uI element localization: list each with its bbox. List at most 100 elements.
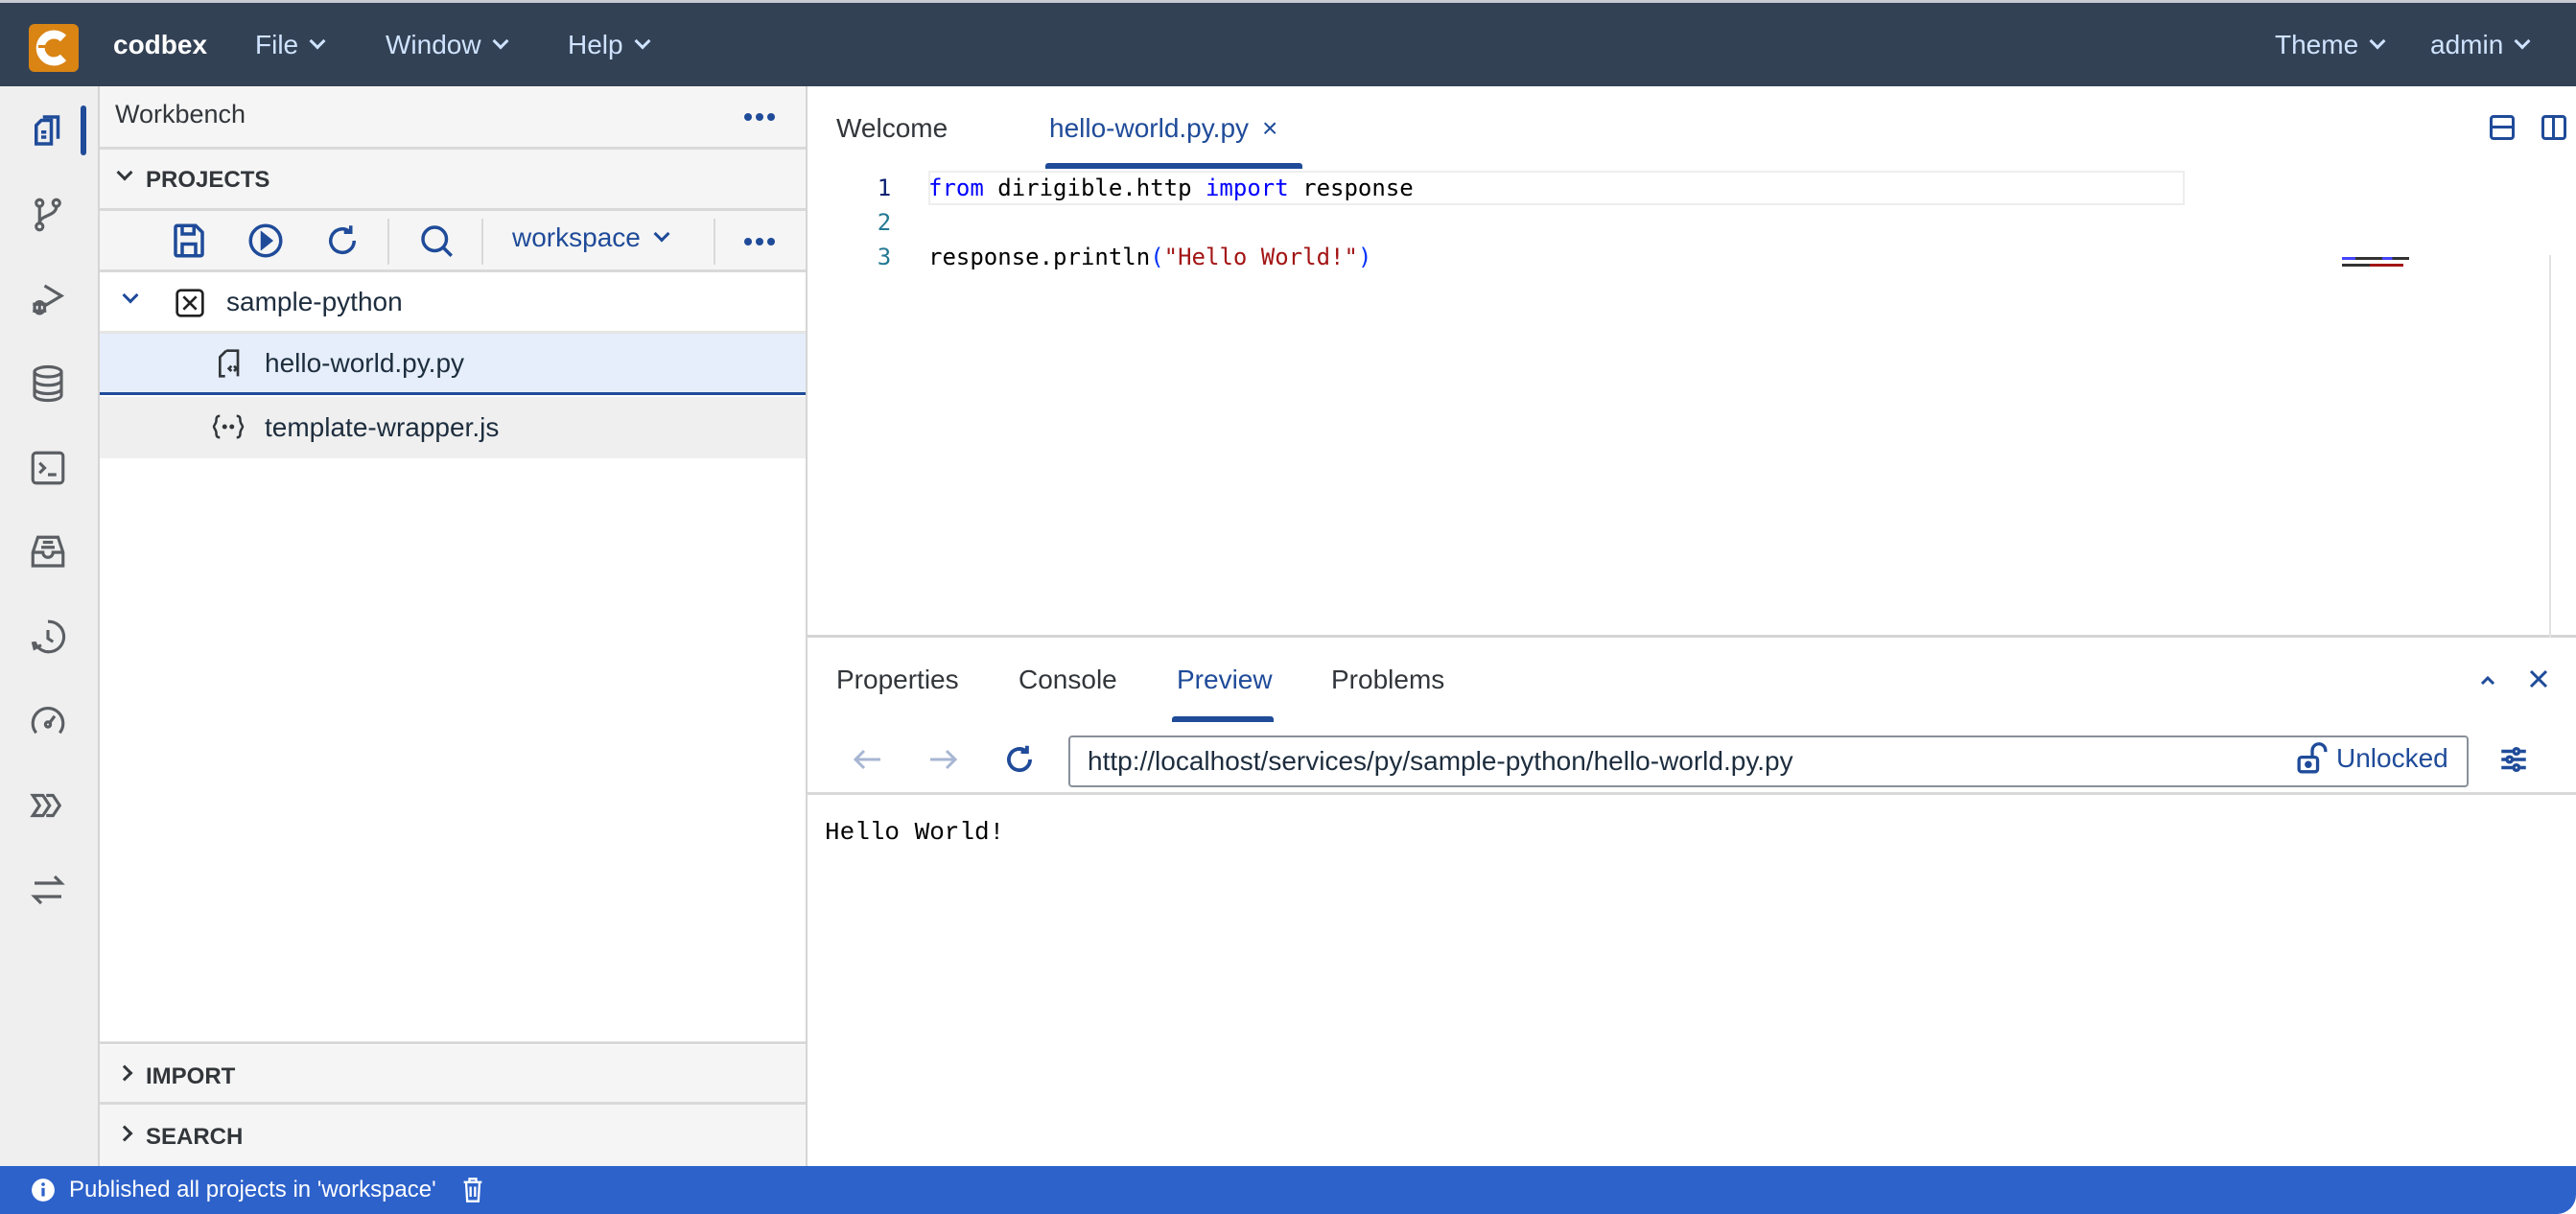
debug-icon xyxy=(33,284,65,315)
menu-user[interactable]: admin xyxy=(2430,30,2531,60)
split-vertical-icon[interactable] xyxy=(2541,115,2566,140)
tab-hello-world[interactable]: hello-world.py.py × xyxy=(1049,113,1277,144)
workbench-files-icon xyxy=(35,115,60,146)
line-number: 1 xyxy=(877,175,892,201)
active-tab-indicator xyxy=(1172,716,1274,722)
menu-user-label: admin xyxy=(2430,30,2504,59)
project-icon xyxy=(176,289,204,317)
tree-project-sample-python[interactable]: sample-python xyxy=(100,272,806,334)
activity-debug[interactable] xyxy=(23,274,73,324)
projects-toolbar: workspace xyxy=(100,211,806,272)
code-token: import xyxy=(1205,175,1289,201)
info-icon xyxy=(32,1179,55,1202)
code-token: response.println xyxy=(928,244,1151,270)
search-section-header[interactable]: SEARCH xyxy=(100,1105,806,1166)
chevron-down-icon xyxy=(2369,33,2386,50)
workspace-dropdown[interactable]: workspace xyxy=(512,222,670,253)
activity-git[interactable] xyxy=(23,190,73,240)
codbex-logo[interactable] xyxy=(29,24,79,72)
refresh-icon[interactable] xyxy=(1001,741,1038,778)
projects-section-title: PROJECTS xyxy=(146,167,270,193)
menu-help-label: Help xyxy=(568,30,623,59)
toolbar-more-button[interactable] xyxy=(744,238,775,245)
trash-icon[interactable] xyxy=(461,1177,484,1203)
chevron-right-icon xyxy=(116,1125,133,1142)
tab-preview[interactable]: Preview xyxy=(1177,665,1273,695)
tree-file-label: template-wrapper.js xyxy=(265,412,500,442)
preview-url-input[interactable] xyxy=(1068,735,2469,787)
split-horizontal-icon[interactable] xyxy=(2490,115,2515,140)
active-indicator xyxy=(81,105,86,155)
code-token: ( xyxy=(1150,244,1164,270)
activity-processes[interactable] xyxy=(23,781,73,830)
git-branch-icon xyxy=(35,198,61,232)
menu-file-label: File xyxy=(255,30,299,59)
code-line-1: from dirigible.http import response xyxy=(928,175,1414,201)
chevron-down-icon xyxy=(634,33,651,50)
activity-monitoring[interactable] xyxy=(23,696,73,746)
url-lock-toggle[interactable]: Unlocked xyxy=(2296,741,2448,776)
activity-inbox[interactable] xyxy=(23,527,73,577)
status-bar: Published all projects in 'workspace' xyxy=(0,1166,2576,1214)
refresh-icon[interactable] xyxy=(322,221,363,261)
activity-terminal[interactable] xyxy=(23,443,73,493)
tree-file-hello-world[interactable]: hello-world.py.py xyxy=(100,334,806,395)
menu-file[interactable]: File xyxy=(255,30,326,60)
code-file-icon xyxy=(219,349,240,378)
settings-sliders-icon[interactable] xyxy=(2497,743,2530,776)
activity-bar xyxy=(0,86,100,1166)
tab-problems[interactable]: Problems xyxy=(1331,665,1444,695)
search-icon[interactable] xyxy=(416,221,457,261)
menu-theme-label: Theme xyxy=(2275,30,2359,59)
activity-database[interactable] xyxy=(23,359,73,409)
menu-window-label: Window xyxy=(386,30,481,59)
chevron-down-icon xyxy=(309,33,326,50)
terminal-icon xyxy=(31,451,65,485)
code-token: ) xyxy=(1357,244,1372,270)
process-chevrons-icon xyxy=(30,793,62,818)
code-token: response xyxy=(1288,175,1414,201)
menu-help[interactable]: Help xyxy=(568,30,651,60)
chevron-down-icon xyxy=(116,164,133,181)
database-icon xyxy=(33,364,63,403)
close-icon[interactable]: × xyxy=(1262,113,1277,144)
import-section-header[interactable]: IMPORT xyxy=(100,1041,806,1105)
close-panel-icon[interactable] xyxy=(2528,668,2549,689)
maximize-panel-icon[interactable] xyxy=(2476,672,2499,688)
tab-welcome[interactable]: Welcome xyxy=(836,113,948,144)
toolbar-separator xyxy=(714,219,715,265)
transfer-arrows-icon xyxy=(31,875,65,905)
code-editor: Welcome hello-world.py.py × 1 2 3 from d… xyxy=(808,86,2576,722)
project-tree: sample-python hello-world.py.py template… xyxy=(100,272,806,1045)
back-arrow-icon[interactable] xyxy=(852,747,884,772)
tree-file-template-wrapper[interactable]: template-wrapper.js xyxy=(100,397,806,458)
workspace-label: workspace xyxy=(512,222,641,252)
publish-icon[interactable] xyxy=(246,221,286,261)
brand-name: codbex xyxy=(113,30,208,59)
projects-section-header[interactable]: PROJECTS xyxy=(100,150,806,211)
code-token: dirigible.http xyxy=(983,175,1206,201)
code-token: from xyxy=(928,175,984,201)
menu-window[interactable]: Window xyxy=(386,30,509,60)
sidebar-more-button[interactable] xyxy=(744,113,775,121)
sidebar-header: Workbench xyxy=(100,86,806,150)
tab-console[interactable]: Console xyxy=(1019,665,1117,695)
chevron-down-icon xyxy=(2514,33,2531,50)
tab-label: hello-world.py.py xyxy=(1049,113,1250,143)
sidebar-title: Workbench xyxy=(115,100,246,128)
forward-arrow-icon[interactable] xyxy=(926,747,959,772)
activity-history[interactable] xyxy=(23,612,73,662)
import-section-title: IMPORT xyxy=(146,1063,236,1089)
activity-transport[interactable] xyxy=(23,865,73,915)
save-icon[interactable] xyxy=(169,221,209,261)
status-message: Published all projects in 'workspace' xyxy=(69,1177,436,1202)
line-number: 2 xyxy=(877,209,892,236)
minimap[interactable] xyxy=(2342,255,2419,274)
activity-workbench[interactable] xyxy=(23,105,73,155)
tree-project-label: sample-python xyxy=(226,286,403,316)
tab-properties[interactable]: Properties xyxy=(836,665,959,695)
history-icon xyxy=(31,619,66,654)
bottom-panel: Properties Console Preview Problems Unlo… xyxy=(808,638,2576,1166)
unlock-icon xyxy=(2297,742,2328,774)
menu-theme[interactable]: Theme xyxy=(2275,30,2386,60)
